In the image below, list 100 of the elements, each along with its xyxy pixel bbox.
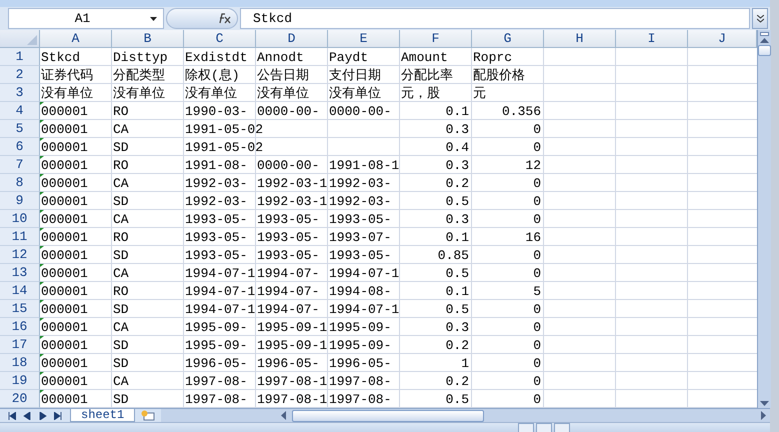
row-header[interactable]: 13 [0, 264, 40, 282]
row-header[interactable]: 2 [0, 66, 40, 84]
sheet-tab[interactable]: sheet1 [70, 409, 136, 422]
row-header[interactable]: 3 [0, 84, 40, 102]
row-header[interactable]: 11 [0, 228, 40, 246]
last-sheet-icon[interactable] [54, 412, 62, 420]
row-header[interactable]: 20 [0, 390, 40, 408]
table-cell: 1997-08-1 [257, 393, 328, 407]
error-indicator-icon [40, 282, 44, 285]
column-header[interactable]: B [112, 30, 184, 48]
error-indicator-icon [40, 372, 44, 375]
table-cell: CA [113, 213, 129, 227]
table-cell: 0.4 [446, 141, 469, 155]
table-cell: 1 [461, 357, 469, 371]
first-sheet-icon[interactable] [8, 412, 16, 420]
table-cell: 1994-07-1 [329, 267, 400, 281]
error-indicator-icon [40, 300, 44, 303]
column-header[interactable]: D [256, 30, 328, 48]
table-cell: 0.1 [446, 105, 469, 119]
column-header[interactable]: H [544, 30, 616, 48]
column-header[interactable]: F [400, 30, 472, 48]
expand-formula-button[interactable] [752, 8, 768, 29]
scroll-thumb[interactable] [758, 45, 771, 56]
table-cell: RO [113, 159, 129, 173]
insert-function-button[interactable] [166, 8, 238, 29]
column-header[interactable]: A [40, 30, 112, 48]
column-header[interactable]: J [688, 30, 757, 48]
table-cell: 000001 [41, 195, 88, 209]
table-cell: 000001 [41, 231, 88, 245]
table-cell: 000001 [41, 105, 88, 119]
row-header[interactable]: 19 [0, 372, 40, 390]
table-cell: 0.85 [438, 249, 469, 263]
formula-field[interactable]: Stkcd [240, 8, 750, 29]
row-header[interactable]: 8 [0, 174, 40, 192]
row-header[interactable]: 18 [0, 354, 40, 372]
name-box[interactable]: A1 [8, 8, 164, 29]
insert-sheet-icon[interactable] [141, 410, 156, 421]
vertical-scrollbar[interactable] [757, 30, 771, 408]
table-cell: 000001 [41, 159, 88, 173]
row-header[interactable]: 15 [0, 300, 40, 318]
table-cell: 0000-00- [257, 105, 320, 119]
table-cell: 0000-00- [257, 159, 320, 173]
table-cell: 1992-03- [185, 195, 248, 209]
table-cell: 1992-03- [329, 195, 392, 209]
error-indicator-icon [40, 228, 44, 231]
table-cell: 0 [533, 321, 541, 335]
table-cell: Roprc [473, 51, 512, 65]
row-header[interactable]: 10 [0, 210, 40, 228]
table-cell: 0 [533, 267, 541, 281]
table-cell: 000001 [41, 303, 88, 317]
table-cell: 1996-05- [185, 357, 248, 371]
row-header[interactable]: 5 [0, 120, 40, 138]
row-header[interactable]: 16 [0, 318, 40, 336]
table-cell: SD [113, 357, 129, 371]
corner-triangle-icon [27, 35, 37, 45]
page-break-preview-button[interactable] [554, 423, 570, 432]
column-header[interactable]: C [184, 30, 256, 48]
table-cell: 1997-08-1 [257, 375, 328, 389]
table-cell: Exdistdt [185, 51, 248, 65]
table-cell: 0 [533, 123, 541, 137]
table-cell: 元，股 [401, 87, 440, 101]
row-header[interactable]: 7 [0, 156, 40, 174]
normal-view-button[interactable] [518, 423, 534, 432]
table-cell: 1993-05- [185, 231, 248, 245]
table-cell: 0 [533, 375, 541, 389]
column-header[interactable]: G [472, 30, 544, 48]
next-sheet-icon[interactable] [38, 412, 47, 420]
select-all-corner[interactable] [0, 30, 40, 48]
row-header[interactable]: 12 [0, 246, 40, 264]
error-indicator-icon [40, 210, 44, 213]
table-cell: 000001 [41, 339, 88, 353]
row-header[interactable]: 4 [0, 102, 40, 120]
previous-sheet-icon[interactable] [23, 412, 32, 420]
table-cell: 1995-09-1 [257, 339, 328, 353]
table-cell: CA [113, 375, 129, 389]
column-header[interactable]: I [616, 30, 688, 48]
table-cell: 5 [533, 285, 541, 299]
table-cell: 1995-09-1 [257, 321, 328, 335]
table-cell: 分配比率 [401, 69, 453, 83]
row-header[interactable]: 1 [0, 48, 40, 66]
table-cell: 1994-07- [257, 267, 320, 281]
table-cell: 没有单位 [329, 87, 381, 101]
table-cell: 000001 [41, 213, 88, 227]
table-cell: 除权(息) [185, 69, 240, 83]
scroll-thumb[interactable] [292, 410, 484, 422]
table-cell: 1993-05- [185, 249, 248, 263]
row-header[interactable]: 9 [0, 192, 40, 210]
table-cell: 000001 [41, 123, 88, 137]
table-cell: 支付日期 [329, 69, 381, 83]
table-cell: 1993-05- [329, 213, 392, 227]
down-arrow-icon [760, 401, 769, 406]
table-cell: 000001 [41, 141, 88, 155]
page-layout-button[interactable] [536, 423, 552, 432]
error-indicator-icon [40, 246, 44, 249]
row-header[interactable]: 6 [0, 138, 40, 156]
left-arrow-icon [281, 411, 286, 420]
column-header[interactable]: E [328, 30, 400, 48]
table-cell: 0.3 [446, 213, 469, 227]
row-header[interactable]: 17 [0, 336, 40, 354]
row-header[interactable]: 14 [0, 282, 40, 300]
